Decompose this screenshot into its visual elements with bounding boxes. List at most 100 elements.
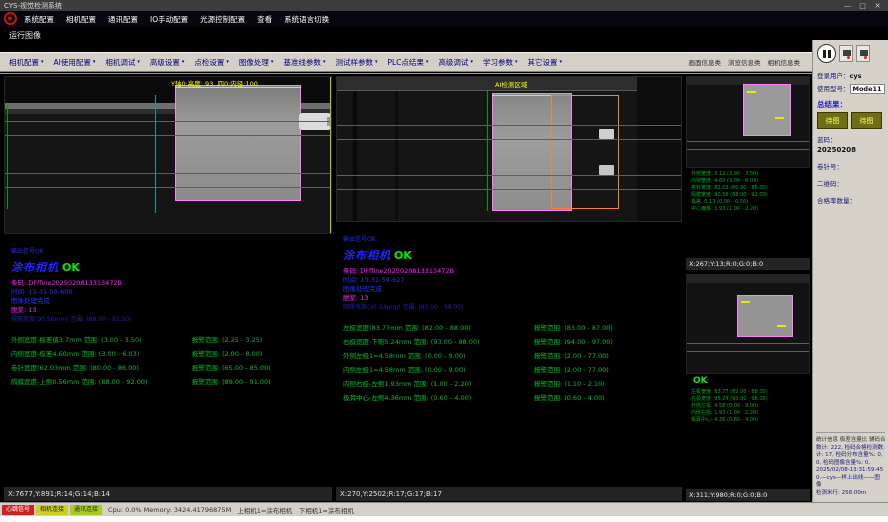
info-tab[interactable]: 画面信息类 (689, 57, 722, 67)
statistics-line: 计: 17, 检码分布含量%: 0, (816, 452, 885, 460)
left-overlay-text: Y轴0:高度: 93. 四0:内径:100 (171, 78, 258, 88)
small-measure-text: 卷针宽度: 82.03 (80.00 - 86.00) (691, 185, 808, 192)
small-measure-text: 左极宽度: 83.77 (82.00 - 88.00) (691, 389, 808, 396)
right-camera-image[interactable]: AI检测区域 (336, 76, 682, 222)
statistics-line: 数计: 222, 检码合格检测数: (816, 445, 885, 453)
measure-line (337, 139, 681, 140)
small-measure-lines: 左极宽度: 83.77 (82.00 - 88.00)右极宽度: 95.24 (… (686, 386, 810, 489)
menu-item[interactable]: 系统配置 (24, 14, 54, 25)
small-camera-image-top[interactable] (686, 76, 810, 168)
measure-line-vertical (487, 91, 488, 211)
toolbar-item[interactable]: 相机配置 ▾ (4, 57, 49, 68)
toolbar-item[interactable]: 点检设置 ▾ (189, 57, 234, 68)
caret-down-icon: ▾ (375, 59, 378, 65)
statistics-line: 检测米行: 258.00m (816, 490, 885, 498)
measure-line (687, 351, 809, 352)
left-camera-panel: Y轴0:高度: 93. 四0:内径:100 输出信号OK 涂布相机OK 条码: … (4, 76, 332, 501)
measurement-row: 左极宽度(83.77mm 范围: (82.00 - 88.00) 报警范围: (… (343, 321, 678, 335)
caret-down-icon: ▾ (182, 59, 185, 65)
right-camera-panel: AI检测区域 输出信号OK 涂布相机OK 条码: DFffine20250208… (336, 76, 682, 501)
ai-region-label: AI检测区域 (495, 79, 527, 89)
toolbar-item[interactable]: 高级设置 ▾ (145, 57, 190, 68)
statistics-lines: 数计: 222, 检码合格检测数:计: 17, 检码分布含量%: 0,0, 检码… (816, 445, 885, 498)
info-tabs: 画面信息类 浏览信息类 相机信息类 (689, 57, 807, 67)
toolbar-item[interactable]: 其它设置 ▾ (522, 57, 567, 68)
status-badges: 心跳信号 相机连接 通讯连接 (2, 505, 102, 515)
measurement-row: 极耳中心-左侧4.36mm 范围: (0.60 - 4.00) 报警范围: (0… (343, 391, 678, 405)
statistics-line: 2025/02/08-13:31:59:45 (816, 467, 885, 475)
model-line: 使用型号：Mode11 (817, 83, 885, 94)
toolbar-item[interactable]: AI使用配置 ▾ (49, 57, 101, 68)
small-camera-image-bottom[interactable] (686, 274, 810, 374)
close-button[interactable]: ✕ (871, 1, 884, 11)
menu-item[interactable]: 相机配置 (66, 14, 96, 25)
statistics-block: 统计信息 极差含量比 辅码合格 数计: 222, 检码合格检测数:计: 17, … (816, 432, 885, 498)
measurement-row: 内侧右极-左侧1.93mm 范围: (1.00 - 2.20) 报警范围: (1… (343, 377, 678, 391)
cpu-memory-text: Cpu: 0.0% Memory: 3424.41796875M (108, 506, 231, 514)
toolbar-item[interactable]: 图像处理 ▾ (234, 57, 279, 68)
caret-down-icon: ▾ (137, 59, 140, 65)
cell-roi-rectangle (175, 85, 301, 201)
menu-item[interactable]: IO手动配置 (150, 14, 188, 25)
measurement-row: 卷针宽度(62.03mm 范围: (80.00 - 86.00) 报警范围: (… (11, 361, 328, 375)
record-dot-icon (864, 56, 867, 59)
toolbar-item[interactable]: 测试样参数 ▾ (330, 57, 382, 68)
small-measure-text: 外侧宽度: 3.12 (3.00 - 3.50) (691, 171, 808, 178)
menu-item[interactable]: 光源控制配置 (200, 14, 245, 25)
result-ok-text: OK (394, 249, 412, 262)
extra-measure-text: 隔膜宽度(90.56mm) 范围: (88.00 - 92.00) (11, 315, 328, 324)
menu-list: 系统配置 相机配置 通讯配置 IO手动配置 光源控制配置 查看 系统语言切换 (0, 11, 888, 27)
small-measure-text: 内侧右极: 1.93 (1.00 - 2.20) (691, 410, 808, 417)
info-tab[interactable]: 相机信息类 (768, 57, 801, 67)
window-title: CYS-视觉检测系统 (4, 1, 62, 11)
camera-view-button-2[interactable] (856, 45, 870, 62)
toolbar-item[interactable]: 学习参数 ▾ (478, 57, 523, 68)
right-sidebar: 登录用户：cys 使用型号：Mode11 总结果： 待图 待图 蓝码： 2025… (812, 40, 888, 502)
left-result-text: 输出信号OK 涂布相机OK 条码: DFffine202502081331347… (4, 234, 332, 487)
machine-top-band (687, 275, 809, 283)
bright-feature (599, 165, 614, 175)
statistics-header: 统计信息 极差含量比 辅码合格 (816, 435, 885, 443)
toolbar-item[interactable]: PLC点结果 ▾ (382, 57, 433, 68)
menu-item[interactable]: 系统语言切换 (284, 14, 329, 25)
small-measure-text: 内侧宽度: 4.60 (3.00 - 6.03) (691, 178, 808, 185)
pause-button[interactable] (817, 44, 836, 63)
toolbar-items: 相机配置 ▾ AI使用配置 ▾ 相机调试 ▾ 高级设置 ▾ (4, 57, 567, 68)
caret-down-icon: ▾ (271, 59, 274, 65)
info-tab[interactable]: 浏览信息类 (728, 57, 761, 67)
minimize-button[interactable]: — (841, 1, 854, 11)
camera-result-line: 涂布相机OK (11, 256, 328, 275)
menu-item[interactable]: 查看 (257, 14, 272, 25)
caret-down-icon: ▾ (559, 59, 562, 65)
toolbar: 相机配置 ▾ AI使用配置 ▾ 相机调试 ▾ 高级设置 ▾ (0, 52, 812, 72)
small-camera-panel-bottom: OK 左极宽度: 83.77 (82.00 - 88.00)右极宽度: 95.2… (686, 274, 810, 501)
toolbar-item[interactable]: 基准线参数 ▾ (278, 57, 330, 68)
yellow-marker (741, 301, 750, 303)
maximize-button[interactable]: □ (856, 1, 869, 11)
batch-label: 蓝码： (817, 134, 885, 144)
small-measure-lines: 外侧宽度: 3.12 (3.00 - 3.50)内侧宽度: 4.60 (3.00… (686, 168, 810, 258)
menu-item[interactable]: 通讯配置 (108, 14, 138, 25)
camera-view-button-1[interactable] (839, 45, 853, 62)
app-window: CYS-视觉检测系统 — □ ✕ 系统配置 相机配置 通讯配置 IO手动配置 光… (0, 0, 888, 522)
measurement-row: 内侧宽度-极差4.60mm 范围: (3.00 - 6.03) 报警范围: (2… (11, 347, 328, 361)
measurement-row: 右极宽度-下侧5.24mm 范围: (93.00 - 98.00) 报警范围: … (343, 335, 678, 349)
measurement-row: 内侧左极1=4.58mm 范围: (0.00 - 9.00) 报警范围: (2.… (343, 363, 678, 377)
toolbar-item[interactable]: 高级调试 ▾ (433, 57, 478, 68)
caret-down-icon: ▾ (93, 59, 96, 65)
left-camera-image[interactable]: Y轴0:高度: 93. 四0:内径:100 (4, 76, 332, 234)
measurement-row: 外侧左极1=4.58mm 范围: (0.00 - 9.00) 报警范围: (2.… (343, 349, 678, 363)
yellow-marker (777, 325, 786, 327)
caret-down-icon: ▾ (515, 59, 518, 65)
toolbar-item[interactable]: 相机调试 ▾ (100, 57, 145, 68)
measure-line (337, 175, 681, 176)
sidebar-buttons (817, 44, 885, 63)
caret-down-icon: ▾ (426, 59, 429, 65)
small-bottom-pixel-coords: X:311;Y:980;R:0;G:0;B:0 (686, 489, 810, 501)
right-pixel-coords: X:270,Y:2502;R:17;G:17;B:17 (336, 487, 682, 501)
measure-line (5, 135, 331, 136)
small-measure-text: 极耳中心: 4.36 (0.60 - 4.00) (691, 417, 808, 424)
time-text: 时间: 13-31-59-627 (343, 276, 678, 285)
measurement-row: 外侧宽度-极差值3.7mm 范围: (3.00 - 3.50) 报警范围: (2… (11, 333, 328, 347)
batch-value: 20250208 (817, 146, 885, 154)
